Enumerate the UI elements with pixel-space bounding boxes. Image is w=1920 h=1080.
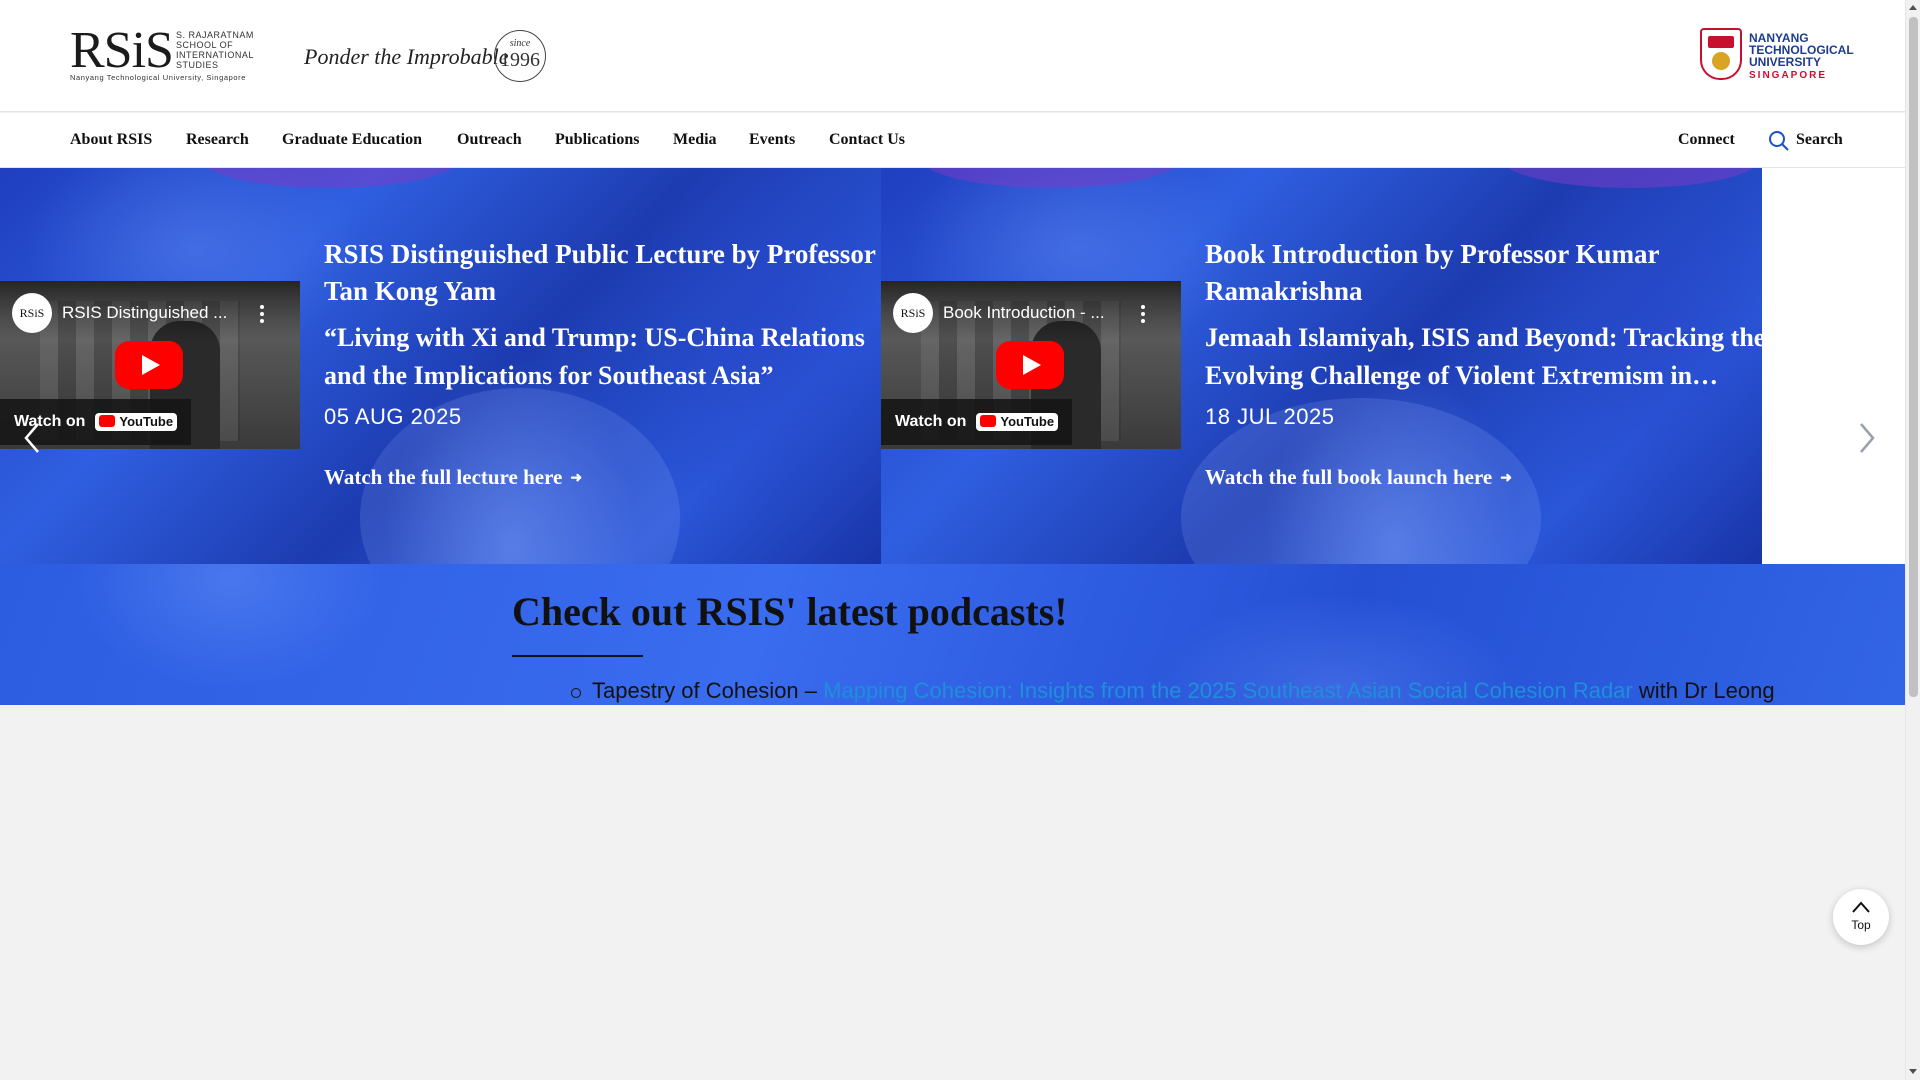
youtube-logo: YouTube (976, 412, 1059, 431)
page-background (0, 705, 1905, 1080)
ntu-name: NANYANG TECHNOLOGICAL UNIVERSITY (1749, 31, 1854, 69)
rsis-logo-tagline: Nanyang Technological University, Singap… (70, 73, 247, 82)
nav-connect[interactable]: Connect (1678, 131, 1735, 149)
arrow-right-icon: ➜ (1500, 471, 1512, 486)
ntu-country: SINGAPORE (1749, 70, 1828, 81)
decor-shape (1501, 168, 1761, 188)
slide-title: RSIS Distinguished Public Lecture by Pro… (324, 239, 876, 306)
slide-subtitle: “Living with Xi and Trump: US-China Rela… (324, 323, 865, 390)
link-label: Watch the full book launch here (1205, 465, 1493, 489)
search-icon (1769, 131, 1789, 151)
watch-on-label: Watch on (895, 413, 967, 430)
decor-shape (200, 168, 460, 188)
podcast-heading: Check out RSIS' latest podcasts! (512, 589, 1068, 634)
slide-date: 18 JUL 2025 (1205, 404, 1335, 429)
podcast-guest: with Dr Leong (1632, 678, 1775, 703)
since-label: since (509, 38, 531, 49)
arrow-right-icon: ➜ (570, 471, 583, 486)
channel-avatar[interactable]: RSiS (12, 293, 52, 333)
watch-on-youtube-button[interactable]: Watch on YouTube (881, 399, 1073, 445)
podcast-link[interactable]: Mapping Cohesion: Insights from the 2025… (823, 678, 1633, 703)
watch-lecture-link[interactable]: Watch the full lecture here ➜ (324, 465, 582, 490)
rsis-logo-mark: RSiS (70, 22, 174, 79)
podcast-series: Tapestry of Cohesion – (592, 678, 824, 703)
nav-about[interactable]: About RSIS (70, 131, 152, 149)
chevron-right-icon[interactable] (1855, 418, 1879, 458)
ntu-crest-icon (1700, 28, 1742, 80)
heading-underline (512, 655, 643, 657)
link-label: Watch the full lecture here (324, 465, 563, 489)
scrollbar-thumb[interactable] (1909, 17, 1918, 697)
search-label: Search (1796, 131, 1843, 148)
slogan-text: Ponder the Improbable (304, 44, 509, 69)
carousel-slide: RSiS Book Introduction - ... Watch on You… (881, 168, 1762, 564)
podcast-section: Check out RSIS' latest podcasts! Tapestr… (0, 564, 1905, 705)
scroll-up-icon[interactable] (1909, 5, 1917, 10)
slide-title: Book Introduction by Professor Kumar Ram… (1205, 239, 1660, 306)
video-title[interactable]: RSIS Distinguished ... (62, 303, 227, 323)
scroll-down-icon[interactable] (1909, 1069, 1917, 1074)
more-options-icon[interactable] (260, 305, 264, 323)
nav-publications[interactable]: Publications (555, 131, 639, 149)
play-icon[interactable] (996, 341, 1064, 389)
youtube-video[interactable]: RSiS RSIS Distinguished ... Watch on YouT… (0, 281, 300, 449)
channel-avatar[interactable]: RSiS (893, 293, 933, 333)
nav-research[interactable]: Research (186, 131, 249, 149)
main-nav: About RSIS Research Graduate Education O… (0, 113, 1905, 168)
nav-events[interactable]: Events (749, 131, 795, 149)
hero-carousel: RSiS RSIS Distinguished ... Watch on YouT… (0, 168, 1905, 564)
decor-shape (921, 168, 1181, 188)
list-bullet (571, 688, 581, 698)
watch-book-launch-link[interactable]: Watch the full book launch here ➜ (1205, 465, 1512, 490)
back-to-top-button[interactable]: Top (1833, 889, 1889, 945)
rsis-logo[interactable]: RSiS S. RAJARATNAM SCHOOL OF INTERNATION… (70, 23, 270, 83)
site-header: RSiS S. RAJARATNAM SCHOOL OF INTERNATION… (0, 0, 1905, 112)
list-item: Tapestry of Cohesion – Mapping Cohesion:… (592, 678, 1775, 704)
more-options-icon[interactable] (1141, 305, 1145, 323)
scrollbar[interactable] (1905, 0, 1920, 1080)
nav-contact[interactable]: Contact Us (829, 131, 905, 149)
back-to-top-label: Top (1851, 918, 1871, 932)
since-year: 1996 (500, 49, 540, 71)
youtube-video[interactable]: RSiS Book Introduction - ... Watch on You… (881, 281, 1181, 449)
ntu-logo[interactable]: NANYANG TECHNOLOGICAL UNIVERSITY SINGAPO… (1700, 28, 1853, 84)
nav-media[interactable]: Media (673, 131, 717, 149)
since-1996-badge: since 1996 (494, 30, 546, 82)
slide-date: 05 AUG 2025 (324, 404, 462, 429)
carousel-slide: RSiS RSIS Distinguished ... Watch on YouT… (0, 168, 881, 564)
play-icon[interactable] (115, 341, 183, 389)
nav-graduate-education[interactable]: Graduate Education (282, 131, 422, 149)
chevron-left-icon[interactable] (20, 418, 44, 458)
nav-outreach[interactable]: Outreach (457, 131, 522, 149)
slide-subtitle: Jemaah Islamiyah, ISIS and Beyond: Track… (1205, 323, 1762, 390)
rsis-logo-text: S. RAJARATNAM SCHOOL OF INTERNATIONAL ST… (176, 30, 254, 70)
video-title[interactable]: Book Introduction - ... (943, 303, 1105, 323)
chevron-up-icon (1852, 901, 1870, 913)
youtube-logo: YouTube (95, 412, 178, 431)
